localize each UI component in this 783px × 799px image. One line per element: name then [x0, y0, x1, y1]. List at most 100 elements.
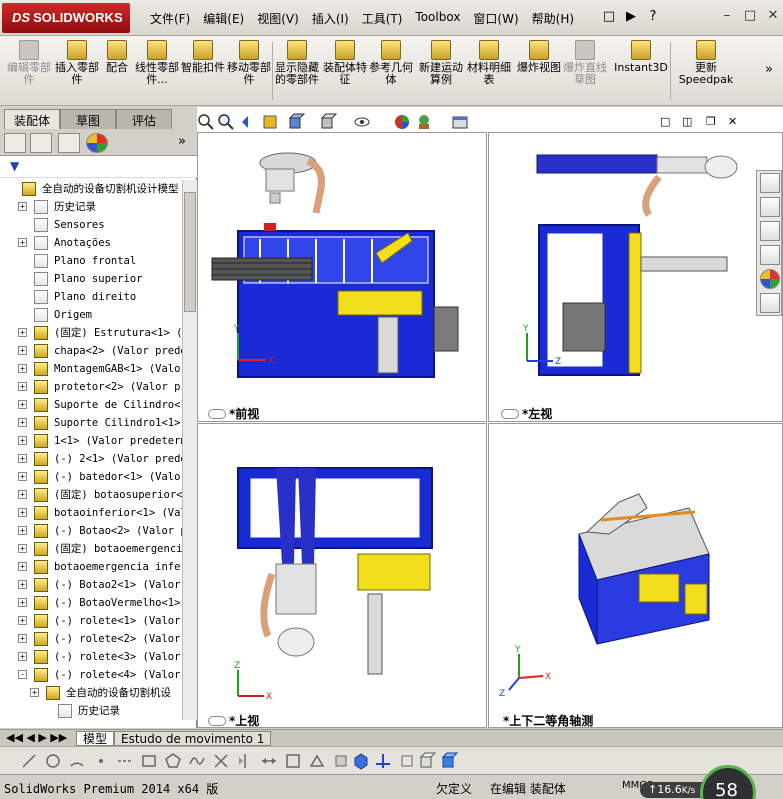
viewport-top[interactable]: Z X *上视: [197, 423, 487, 728]
tree-item[interactable]: +1<1> (Valor predetermin: [0, 432, 182, 450]
motion-study-button[interactable]: 新建运动算例: [414, 40, 468, 102]
box-icon[interactable]: [418, 752, 437, 770]
circle-icon[interactable]: [44, 752, 62, 770]
menu-insert[interactable]: 插入(I): [312, 10, 349, 27]
mirror-icon[interactable]: [236, 752, 254, 770]
expand-toggle-icon[interactable]: +: [30, 688, 39, 697]
offset-icon[interactable]: [308, 752, 326, 770]
home-icon[interactable]: [760, 173, 780, 193]
property-manager-tab-icon[interactable]: [30, 133, 52, 153]
zoom-area-icon[interactable]: [217, 113, 235, 131]
trim-icon[interactable]: [212, 752, 230, 770]
expand-toggle-icon[interactable]: +: [18, 328, 27, 337]
hide-show-items-icon[interactable]: [353, 113, 371, 131]
view-palette-icon[interactable]: [760, 245, 780, 265]
menu-tools[interactable]: 工具(T): [362, 10, 403, 27]
expand-toggle-icon[interactable]: +: [18, 382, 27, 391]
minimize-icon[interactable]: –: [718, 8, 736, 24]
restore-icon[interactable]: □: [741, 8, 759, 24]
solidworks-logo[interactable]: DS SOLIDWORKS: [2, 3, 130, 33]
expand-toggle-icon[interactable]: -: [18, 670, 27, 679]
filter-icon[interactable]: ▼: [10, 159, 19, 173]
tab-assembly[interactable]: 装配体: [4, 109, 60, 129]
tree-item[interactable]: + botaoemergencia inferio: [0, 558, 182, 576]
tree-item[interactable]: + (-) BotaoVermelho<1> (V: [0, 594, 182, 612]
chevron-right-icon[interactable]: »: [178, 134, 186, 149]
reference-geometry-button[interactable]: 参考几何体: [364, 40, 418, 102]
scroll-thumb[interactable]: [184, 192, 196, 312]
design-library-icon[interactable]: [760, 197, 780, 217]
expand-toggle-icon[interactable]: +: [18, 418, 27, 427]
part-icon[interactable]: [352, 752, 370, 770]
move-component-button[interactable]: 移动零部件: [222, 40, 276, 102]
explode-line-button[interactable]: 爆炸直线草图: [558, 40, 612, 102]
tree-item[interactable]: + Suporte de Cilindro<1>: [0, 396, 182, 414]
expand-toggle-icon[interactable]: +: [18, 364, 27, 373]
configuration-tab-icon[interactable]: [58, 133, 80, 153]
dimension-icon[interactable]: [260, 752, 278, 770]
expand-toggle-icon[interactable]: +: [18, 508, 27, 517]
tree-item[interactable]: + Anotações: [0, 234, 182, 252]
tree-item[interactable]: + (固定) botaosuperior<1>: [0, 486, 182, 504]
tree-scrollbar[interactable]: [182, 180, 197, 720]
tree-item[interactable]: + MontagemGAB<1> (Valor p: [0, 360, 182, 378]
file-explorer-icon[interactable]: [760, 221, 780, 241]
tree-item[interactable]: + (-) Botao<2> (Valor pre: [0, 522, 182, 540]
appearance-tab-icon[interactable]: [86, 133, 108, 153]
appearances-icon[interactable]: [760, 269, 780, 289]
tree-item[interactable]: + Suporte Cilindro1<1> (V: [0, 414, 182, 432]
bom-button[interactable]: 材料明细表: [462, 40, 516, 102]
tree-item[interactable]: Plano superior: [0, 270, 182, 288]
show-hidden-button[interactable]: 显示隐藏的零部件: [270, 40, 324, 102]
edit-component-button[interactable]: 编辑零部件: [2, 40, 56, 102]
view-orientation-icon[interactable]: [287, 113, 306, 131]
instant3d-button[interactable]: Instant3D: [612, 40, 670, 102]
view-settings-icon[interactable]: [451, 113, 469, 131]
tree-item[interactable]: + (-) Botao2<1> (Valor pr: [0, 576, 182, 594]
relation-icon[interactable]: [284, 752, 302, 770]
expand-toggle-icon[interactable]: +: [18, 598, 27, 607]
tree-item[interactable]: 全自动的设备切割机设计模型: [0, 180, 182, 198]
convert-entities-icon[interactable]: [332, 752, 350, 770]
tree-item[interactable]: + (-) rolete<2> (Valor pr: [0, 630, 182, 648]
tree-item[interactable]: + (-) 2<1> (Valor predete: [0, 450, 182, 468]
menu-view[interactable]: 视图(V): [257, 10, 299, 27]
single-view-icon[interactable]: □: [660, 115, 670, 128]
expand-toggle-icon[interactable]: +: [18, 490, 27, 499]
section-view-icon[interactable]: [261, 113, 279, 131]
tab-motion-study[interactable]: Estudo de movimento 1: [114, 731, 272, 746]
line-icon[interactable]: [20, 752, 38, 770]
expand-toggle-icon[interactable]: +: [18, 346, 27, 355]
tree-item[interactable]: + (-) rolete<1> (Valor pr: [0, 612, 182, 630]
menu-toolbox[interactable]: Toolbox: [415, 10, 460, 27]
apply-scene-icon[interactable]: [415, 113, 433, 131]
tab-sketch[interactable]: 草图: [60, 109, 116, 129]
viewport-front[interactable]: Y X *前视: [197, 132, 487, 422]
tree-item[interactable]: + botaoinferior<1> (Valor: [0, 504, 182, 522]
tab-evaluate[interactable]: 评估: [116, 109, 172, 129]
speedpak-button[interactable]: 更新Speedpak: [676, 40, 736, 102]
open-icon[interactable]: ▶: [622, 8, 640, 26]
shaded-box-icon[interactable]: [440, 752, 459, 770]
edit-appearance-icon[interactable]: [393, 113, 411, 131]
tree-item[interactable]: + (固定) botaoemergencia: [0, 540, 182, 558]
display-style-icon[interactable]: [319, 113, 338, 131]
tree-item[interactable]: + 全自动的设备切割机设: [0, 684, 182, 702]
expand-toggle-icon[interactable]: +: [18, 634, 27, 643]
viewport-left[interactable]: Y Z *左视: [488, 132, 783, 422]
menu-edit[interactable]: 编辑(E): [203, 10, 244, 27]
point-icon[interactable]: [92, 752, 110, 770]
menu-window[interactable]: 窗口(W): [473, 10, 518, 27]
expand-toggle-icon[interactable]: +: [18, 580, 27, 589]
tree-item[interactable]: Plano frontal: [0, 252, 182, 270]
centerline-icon[interactable]: [116, 752, 134, 770]
tree-item[interactable]: + (-) rolete<3> (Valor pr: [0, 648, 182, 666]
tree-item[interactable]: Sensores: [0, 216, 182, 234]
expand-toggle-icon[interactable]: +: [18, 400, 27, 409]
menu-help[interactable]: 帮助(H): [532, 10, 574, 27]
tab-nav-icons[interactable]: ◀◀ ◀ ▶ ▶▶: [6, 731, 67, 744]
tab-model[interactable]: 模型: [76, 731, 115, 746]
viewport-isometric[interactable]: Y X Z *上下二等角轴测: [488, 423, 783, 728]
triad-icon[interactable]: [374, 752, 392, 770]
two-view-icon[interactable]: ◫: [682, 115, 692, 128]
